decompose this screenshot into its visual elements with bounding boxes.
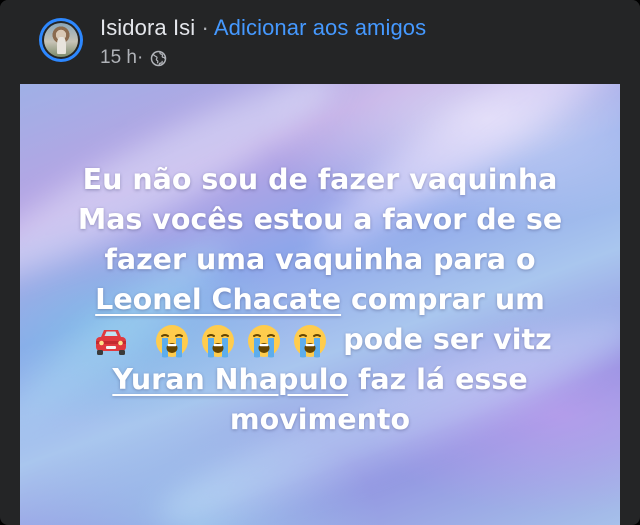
post-text-line: pode ser vitz [20,320,620,360]
separator-dot: · [195,15,214,40]
post-header: Isidora Isi · Adicionar aos amigos 15 h … [0,0,640,84]
post-background: Eu não sou de fazer vaquinha Mas vocês e… [20,84,620,525]
post-text-line: Eu não sou de fazer vaquinha [82,163,558,196]
loudly-crying-face-icon [156,325,189,358]
post-author-line: Isidora Isi · Adicionar aos amigos [100,14,426,42]
post-text-line: Mas vocês estou a favor de se [77,203,563,236]
loudly-crying-face-icon [248,325,281,358]
globe-icon[interactable] [150,50,167,67]
post-text-line: Leonel Chacate comprar um [20,280,620,320]
post-text-fragment: faz lá esse [348,363,528,396]
post-text-line: fazer uma vaquinha para o [104,243,536,276]
post-timestamp[interactable]: 15 h [100,46,137,70]
emoji-row [88,323,333,359]
avatar-figure [56,37,66,55]
avatar-ring [42,21,80,59]
post-body-text: Eu não sou de fazer vaquinha Mas vocês e… [20,160,620,440]
mention-link[interactable]: Leonel Chacate [95,283,341,316]
car-emoji-icon [96,330,127,355]
post-text-line: movimento [229,403,411,436]
mention-link[interactable]: Yuran Nhapulo [112,363,348,396]
post-text-fragment: comprar um [341,283,545,316]
add-friend-link[interactable]: Adicionar aos amigos [214,15,426,40]
author-name[interactable]: Isidora Isi [100,15,195,40]
post-meta: 15 h · [100,46,167,70]
loudly-crying-face-icon [202,325,235,358]
avatar[interactable] [39,18,83,62]
post-text-line: Yuran Nhapulo faz lá esse [20,360,620,400]
loudly-crying-face-icon [294,325,327,358]
facebook-post-card: Isidora Isi · Adicionar aos amigos 15 h … [0,0,640,525]
post-text-fragment: pode ser vitz [333,323,552,356]
avatar-photo [44,23,78,57]
meta-separator: · [136,47,144,68]
